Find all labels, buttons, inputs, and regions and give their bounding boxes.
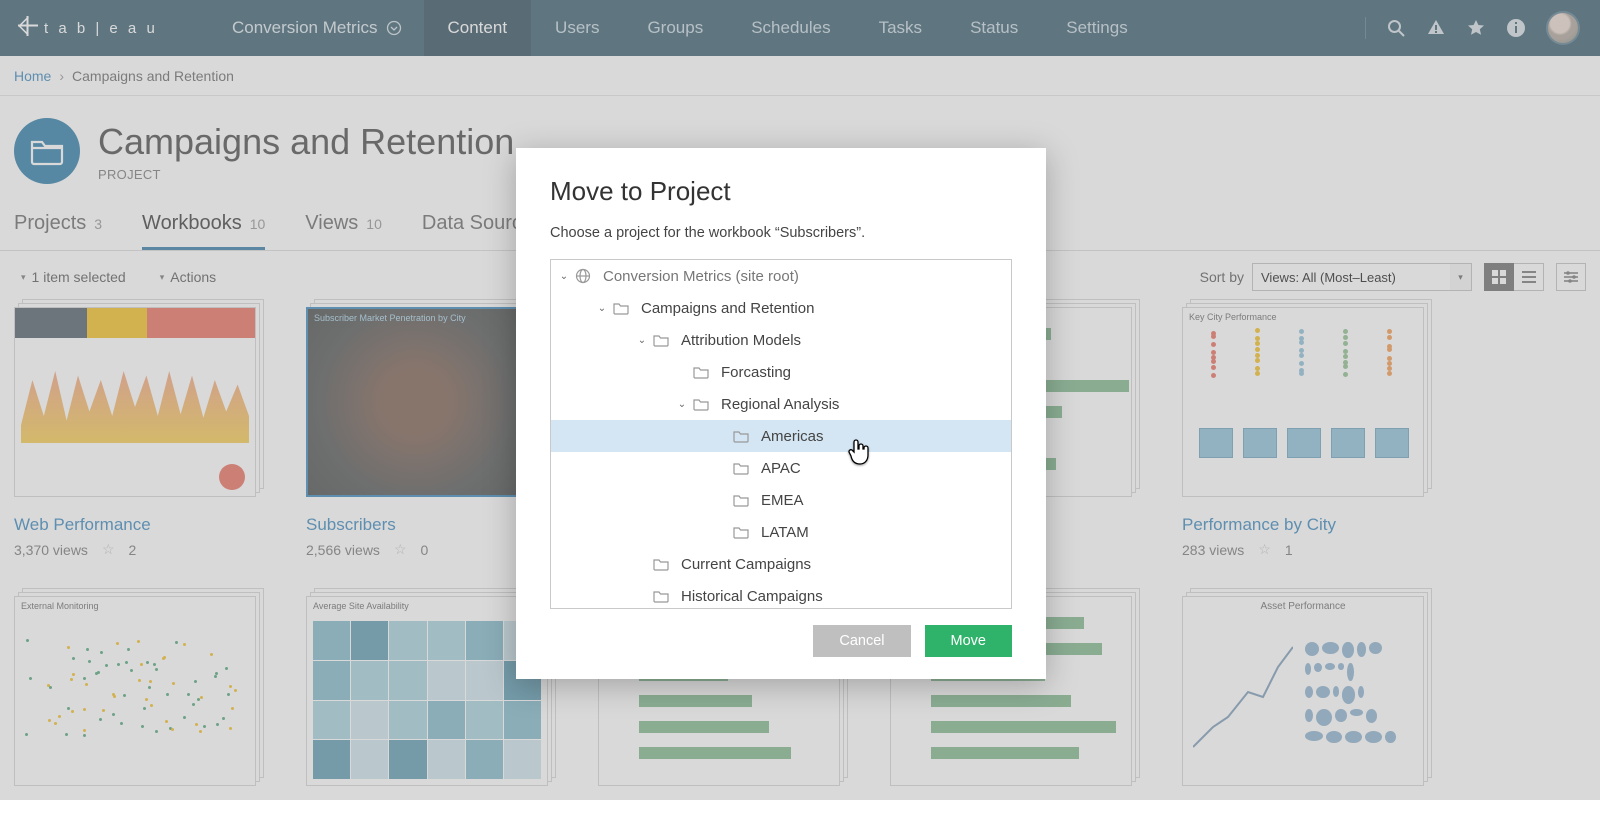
tree-label: LATAM (761, 524, 809, 541)
tree-item[interactable]: EMEA (551, 484, 1011, 516)
tree-label: Current Campaigns (681, 556, 811, 573)
folder-icon (653, 333, 671, 347)
modal-title: Move to Project (550, 176, 1012, 207)
tree-item[interactable]: ⌄ Regional Analysis (551, 388, 1011, 420)
chevron-down-icon: ⌄ (559, 271, 569, 282)
chevron-down-icon[interactable]: ⌄ (637, 335, 647, 346)
tree-item[interactable]: ⌄ Attribution Models (551, 324, 1011, 356)
move-project-modal: Move to Project Choose a project for the… (516, 148, 1046, 679)
cancel-button[interactable]: Cancel (813, 625, 910, 657)
folder-icon (653, 589, 671, 603)
folder-icon (653, 557, 671, 571)
folder-icon (733, 429, 751, 443)
tree-item[interactable]: Americas (551, 420, 1011, 452)
modal-prompt: Choose a project for the workbook “Subsc… (550, 225, 1012, 241)
tree-item[interactable]: ⌄ Campaigns and Retention (551, 292, 1011, 324)
tree-label: APAC (761, 460, 801, 477)
tree-label: Campaigns and Retention (641, 300, 814, 317)
tree-label: Regional Analysis (721, 396, 839, 413)
folder-icon (693, 365, 711, 379)
tree-item[interactable]: Current Campaigns (551, 548, 1011, 580)
chevron-down-icon[interactable]: ⌄ (597, 303, 607, 314)
chevron-down-icon[interactable]: ⌄ (677, 399, 687, 410)
project-tree: ⌄ Conversion Metrics (site root) ⌄ Campai… (550, 259, 1012, 609)
tree-root[interactable]: ⌄ Conversion Metrics (site root) (551, 260, 1011, 292)
globe-icon (575, 268, 593, 284)
folder-icon (693, 397, 711, 411)
folder-icon (733, 493, 751, 507)
tree-label: Americas (761, 428, 824, 445)
tree-label: Historical Campaigns (681, 588, 823, 605)
tree-label: Conversion Metrics (site root) (603, 268, 799, 285)
move-button[interactable]: Move (925, 625, 1012, 657)
folder-icon (733, 461, 751, 475)
folder-icon (733, 525, 751, 539)
tree-label: Forcasting (721, 364, 791, 381)
tree-item[interactable]: Historical Campaigns (551, 580, 1011, 609)
tree-item[interactable]: LATAM (551, 516, 1011, 548)
tree-label: Attribution Models (681, 332, 801, 349)
folder-icon (613, 301, 631, 315)
tree-item[interactable]: APAC (551, 452, 1011, 484)
tree-label: EMEA (761, 492, 804, 509)
tree-item[interactable]: Forcasting (551, 356, 1011, 388)
